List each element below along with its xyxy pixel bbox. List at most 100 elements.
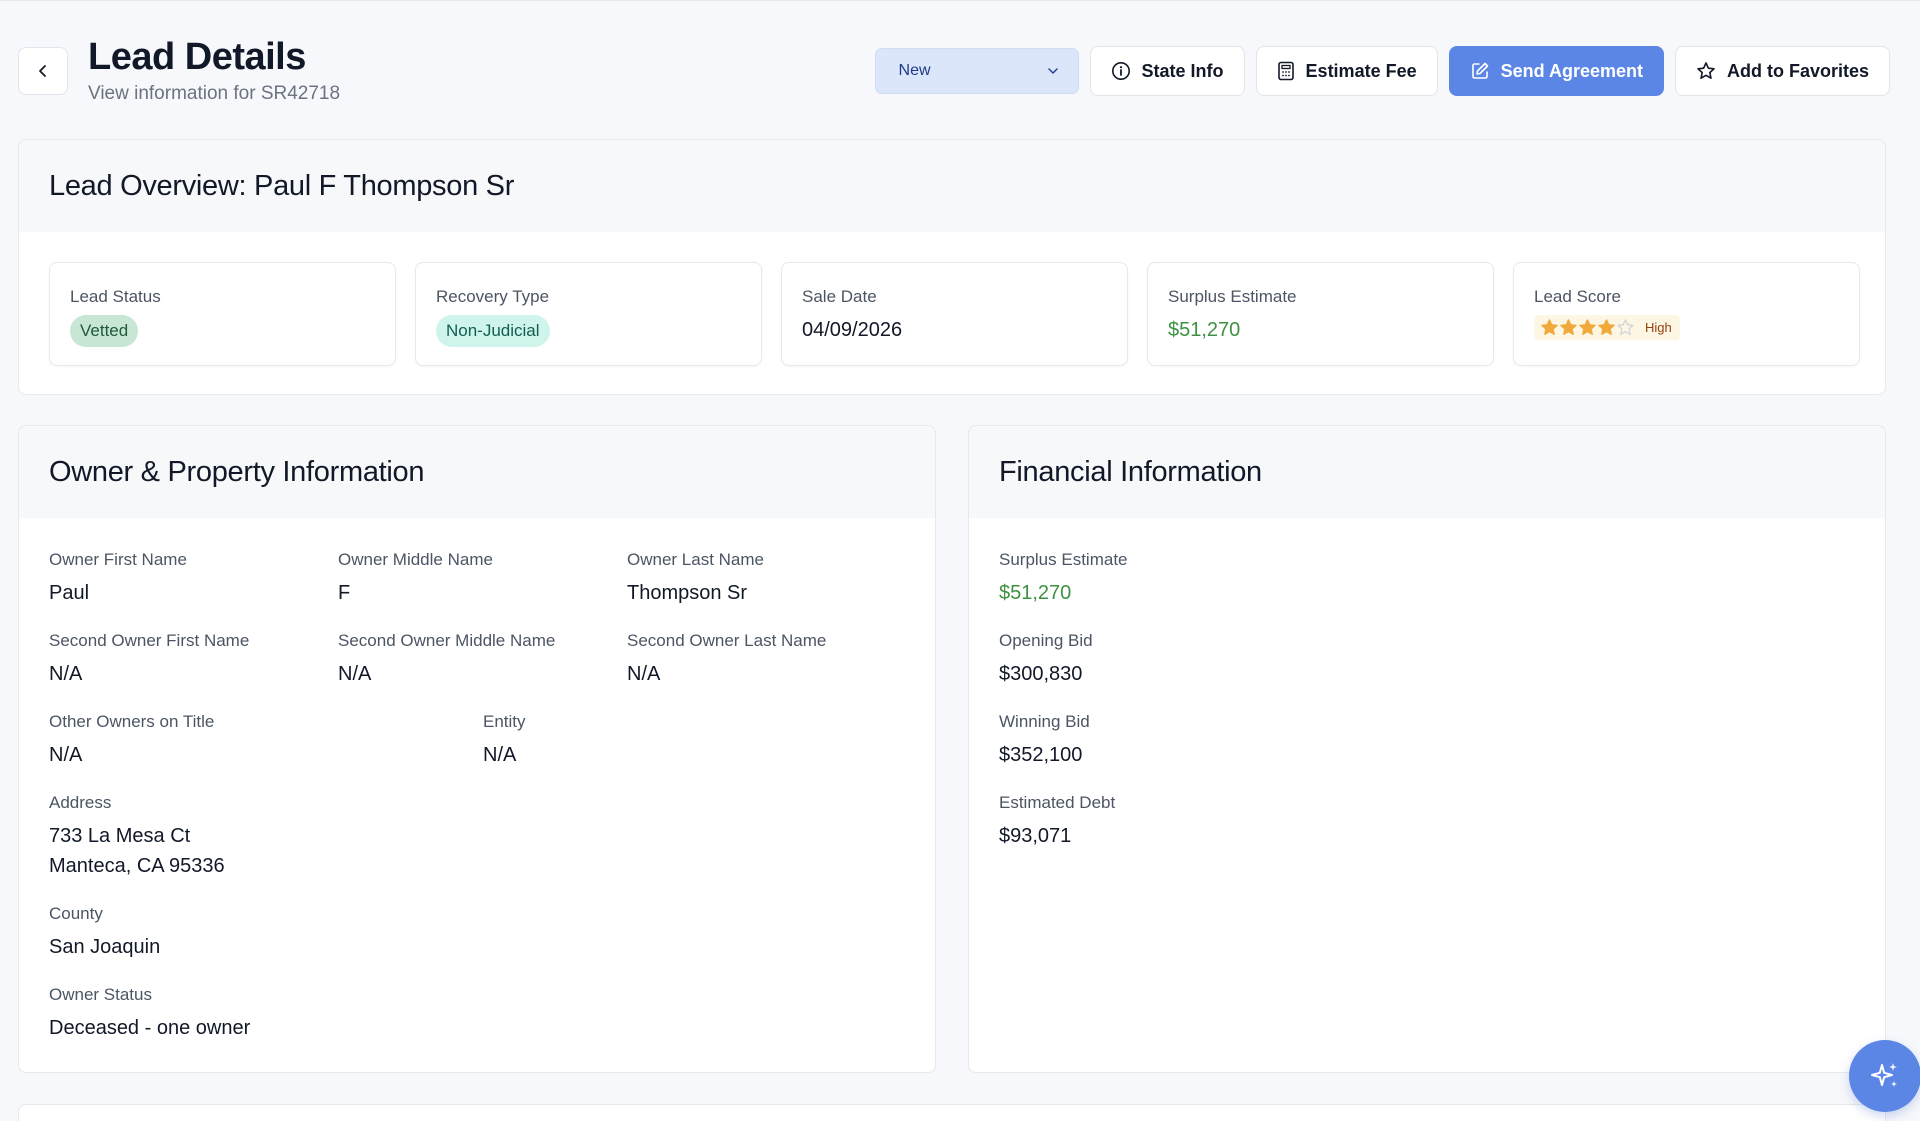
field-label: Opening Bid <box>999 631 1093 650</box>
back-button[interactable] <box>18 47 68 95</box>
field-label: Second Owner Last Name <box>627 631 827 650</box>
address-line-2: Manteca, CA 95336 <box>49 855 225 877</box>
estimate-fee-label: Estimate Fee <box>1305 60 1417 81</box>
page-header: Lead Details View information for SR4271… <box>18 35 1890 115</box>
address-line-1: 733 La Mesa Ct <box>49 825 191 847</box>
winning-bid-field: Winning Bid $352,100 <box>999 712 1090 767</box>
status-select-value: New <box>898 62 931 79</box>
field-value: $51,270 <box>999 582 1072 604</box>
surplus-estimate-stat: Surplus Estimate $51,270 <box>1147 262 1494 366</box>
owner-property-title: Owner & Property Information <box>49 455 425 488</box>
field-label: Second Owner Middle Name <box>338 631 556 650</box>
financial-info-title: Financial Information <box>999 455 1262 488</box>
chevron-down-icon <box>1047 68 1058 74</box>
recovery-type-badge: Non-Judicial <box>436 315 550 347</box>
field-value: San Joaquin <box>49 936 161 958</box>
overview-stats: Lead Status Vetted Recovery Type Non-Jud… <box>49 262 1860 366</box>
send-agreement-button[interactable]: Send Agreement <box>1448 46 1664 96</box>
field-value: $93,071 <box>999 825 1072 847</box>
calculator-icon <box>1277 61 1294 81</box>
page-title: Lead Details <box>88 36 306 78</box>
send-agreement-label: Send Agreement <box>1500 60 1643 81</box>
add-to-favorites-button[interactable]: Add to Favorites <box>1674 46 1890 96</box>
field-label: County <box>49 904 103 923</box>
opening-bid-field: Opening Bid $300,830 <box>999 631 1093 686</box>
lead-status-stat: Lead Status Vetted <box>49 262 396 366</box>
owner-middle-name-field: Owner Middle Name F <box>338 550 493 605</box>
chevron-left-icon <box>39 65 46 77</box>
surplus-estimate-value: $51,270 <box>1168 319 1241 341</box>
sale-date-stat: Sale Date 04/09/2026 <box>781 262 1128 366</box>
field-label: Owner Middle Name <box>338 550 493 569</box>
lead-overview-card: Lead Overview: Paul F Thompson Sr Lead S… <box>18 139 1886 395</box>
field-value: Deceased - one owner <box>49 1017 251 1039</box>
next-section-card <box>18 1104 1886 1121</box>
financial-info-header: Financial Information <box>969 426 1885 518</box>
star-rating <box>1540 318 1635 337</box>
owner-property-card: Owner & Property Information Owner First… <box>18 425 936 1073</box>
field-value: N/A <box>49 663 83 685</box>
field-label: Address <box>49 793 112 812</box>
status-badge: Vetted <box>70 315 139 347</box>
info-icon <box>1111 62 1130 80</box>
estimated-debt-field: Estimated Debt $93,071 <box>999 793 1115 848</box>
field-value: $300,830 <box>999 663 1083 685</box>
page-subtitle: View information for SR42718 <box>88 83 341 104</box>
field-label: Owner Last Name <box>627 550 764 569</box>
field-value: N/A <box>338 663 372 685</box>
lead-score-text: High <box>1645 320 1672 335</box>
sale-date-value: 04/09/2026 <box>802 319 903 341</box>
star-outline-icon <box>1697 62 1715 79</box>
field-value: Paul <box>49 582 90 604</box>
owner-last-name-field: Owner Last Name Thompson Sr <box>627 550 764 605</box>
star-filled-icon <box>1560 319 1577 336</box>
sparkles-icon <box>1871 1063 1897 1087</box>
other-owners-field: Other Owners on Title N/A <box>49 712 214 767</box>
field-label: Winning Bid <box>999 712 1090 731</box>
entity-field: Entity N/A <box>483 712 526 767</box>
lead-details-page: Lead Details View information for SR4271… <box>0 0 1920 1121</box>
field-value: N/A <box>627 663 661 685</box>
second-owner-middle-name-field: Second Owner Middle Name N/A <box>338 631 555 686</box>
field-value: N/A <box>49 744 83 766</box>
field-value: Thompson Sr <box>627 582 748 604</box>
edit-document-icon <box>1471 62 1488 79</box>
owner-status-field: Owner Status Deceased - one owner <box>49 985 250 1043</box>
field-label: Owner First Name <box>49 550 187 569</box>
title-block: Lead Details View information for SR4271… <box>88 35 340 105</box>
state-info-button[interactable]: State Info <box>1089 46 1245 96</box>
field-label: Owner Status <box>49 985 152 1004</box>
star-filled-icon <box>1598 319 1615 336</box>
stat-label: Recovery Type <box>436 287 550 306</box>
state-info-label: State Info <box>1141 60 1224 81</box>
star-filled-icon <box>1541 319 1558 336</box>
field-value: F <box>338 582 351 604</box>
stat-label: Surplus Estimate <box>1168 287 1297 306</box>
field-label: Second Owner First Name <box>49 631 250 650</box>
field-label: Other Owners on Title <box>49 712 215 731</box>
stat-label: Lead Score <box>1534 287 1621 306</box>
recovery-type-stat: Recovery Type Non-Judicial <box>415 262 762 366</box>
field-label: Estimated Debt <box>999 793 1116 812</box>
lead-status-select[interactable]: New <box>874 48 1079 94</box>
address-field: Address 733 La Mesa Ct Manteca, CA 95336 <box>49 793 225 881</box>
star-empty-icon <box>1617 319 1634 336</box>
lead-overview-title: Lead Overview: Paul F Thompson Sr <box>49 169 515 202</box>
ai-assistant-button[interactable] <box>1849 1040 1920 1112</box>
financial-info-card: Financial Information Surplus Estimate $… <box>968 425 1886 1073</box>
stat-label: Lead Status <box>70 287 161 306</box>
estimate-fee-button[interactable]: Estimate Fee <box>1255 46 1438 96</box>
field-label: Surplus Estimate <box>999 550 1128 569</box>
field-value: $352,100 <box>999 744 1083 766</box>
second-owner-last-name-field: Second Owner Last Name N/A <box>627 631 826 686</box>
stat-label: Sale Date <box>802 287 877 306</box>
county-field: County San Joaquin <box>49 904 160 962</box>
fin-surplus-estimate-field: Surplus Estimate $51,270 <box>999 550 1128 605</box>
header-actions: New State Info Estimate Fee Send Agreeme… <box>874 46 1890 96</box>
lead-score-stat: Lead Score High <box>1513 262 1860 366</box>
lead-overview-header: Lead Overview: Paul F Thompson Sr <box>19 140 1885 232</box>
lead-score-rating: High <box>1534 315 1680 340</box>
owner-property-header: Owner & Property Information <box>19 426 935 518</box>
star-filled-icon <box>1579 319 1596 336</box>
add-favorites-label: Add to Favorites <box>1726 60 1869 81</box>
